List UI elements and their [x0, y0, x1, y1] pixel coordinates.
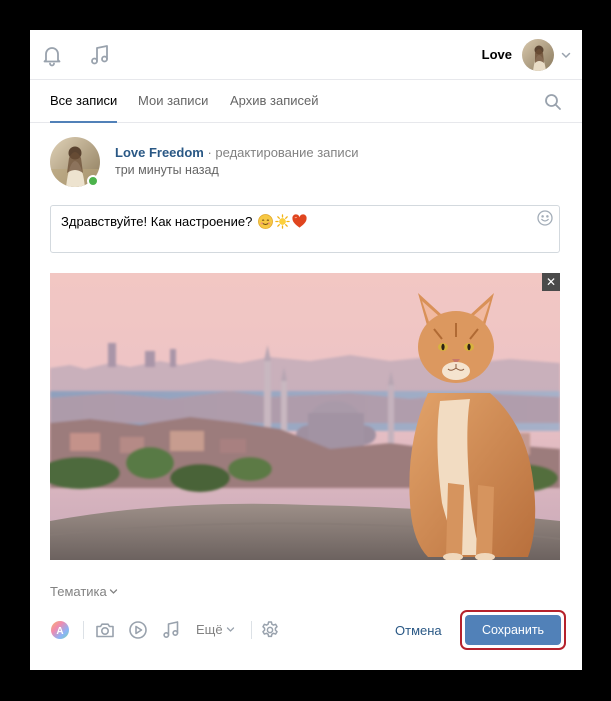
emoji-picker-icon[interactable] [537, 210, 553, 226]
search-icon[interactable] [544, 93, 562, 111]
top-bar: Love [30, 30, 582, 80]
online-indicator [87, 175, 99, 187]
post-editor-panel: Love Все записи Мои записи Архив записей [30, 30, 582, 670]
topic-selector[interactable]: Тематика [50, 584, 118, 599]
art-icon[interactable]: A [50, 620, 70, 640]
cancel-button[interactable]: Отмена [395, 623, 442, 638]
tab-my-posts[interactable]: Мои записи [138, 81, 208, 123]
gear-icon[interactable] [260, 620, 280, 640]
topic-label: Тематика [50, 584, 107, 599]
toolbar-divider [251, 621, 252, 639]
chevron-down-icon [227, 627, 235, 632]
save-button-highlight: Сохранить [460, 610, 566, 650]
author-line: Love Freedom · редактирование записи [115, 145, 358, 160]
post-action: · редактирование записи [207, 145, 359, 160]
svg-text:A: A [56, 626, 63, 637]
more-attachments-dropdown[interactable]: Ещё [196, 622, 235, 637]
music-icon[interactable] [88, 43, 112, 67]
post-text: Здравствуйте! Как настроение? [61, 214, 253, 229]
remove-photo-button[interactable]: ✕ [542, 273, 560, 291]
tab-all-posts[interactable]: Все записи [50, 81, 118, 123]
save-button[interactable]: Сохранить [465, 615, 561, 645]
tab-archive[interactable]: Архив записей [230, 81, 319, 123]
more-label: Ещё [196, 622, 223, 637]
attached-photo: ✕ [50, 273, 560, 560]
chevron-down-icon[interactable] [560, 48, 572, 60]
heart-emoji [292, 214, 307, 229]
post-text-field[interactable]: Здравствуйте! Как настроение? [50, 205, 560, 253]
toolbar-divider [83, 621, 84, 639]
avatar[interactable] [522, 39, 554, 71]
smiling-face-emoji [258, 214, 273, 229]
chevron-down-icon [109, 584, 118, 594]
tabs-bar: Все записи Мои записи Архив записей [30, 81, 582, 123]
username[interactable]: Love [482, 47, 512, 62]
camera-icon[interactable] [95, 620, 115, 640]
sun-emoji [275, 214, 290, 229]
video-icon[interactable] [128, 620, 148, 640]
music-icon[interactable] [161, 620, 181, 640]
post-time[interactable]: три минуты назад [115, 163, 219, 177]
bell-icon[interactable] [40, 43, 64, 67]
author-name[interactable]: Love Freedom [115, 145, 204, 160]
